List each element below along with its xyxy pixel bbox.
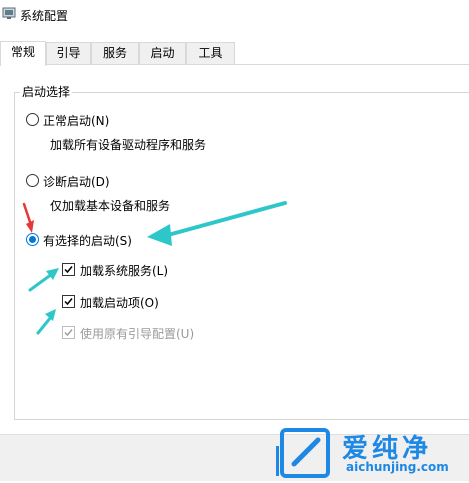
selective-startup-label[interactable]: 有选择的启动(S) — [43, 232, 132, 249]
normal-startup-radio[interactable] — [26, 113, 39, 126]
tab-services[interactable]: 服务 — [91, 42, 139, 64]
tab-label: 工具 — [198, 46, 223, 60]
watermark-url: aichunjing.com — [346, 460, 449, 474]
checkmark-icon — [64, 266, 73, 274]
group-label: 启动选择 — [20, 83, 73, 100]
use-original-boot-label: 使用原有引导配置(U) — [80, 327, 195, 341]
diagnostic-startup-label[interactable]: 诊断启动(D) — [43, 173, 110, 190]
msconfig-icon — [2, 6, 16, 20]
normal-startup-desc: 加载所有设备驱动程序和服务 — [50, 138, 207, 152]
window-title: 系统配置 — [20, 9, 69, 23]
tab-label: 引导 — [56, 46, 81, 60]
tab-boot[interactable]: 引导 — [46, 42, 91, 64]
tab-label: 服务 — [102, 46, 127, 60]
title-bar: 系统配置 — [0, 0, 469, 30]
tab-label: 启动 — [150, 46, 175, 60]
checkmark-icon — [64, 298, 73, 306]
normal-startup-label[interactable]: 正常启动(N) — [43, 112, 109, 129]
checkmark-icon — [64, 329, 73, 337]
diagnostic-startup-desc: 仅加载基本设备和服务 — [50, 199, 171, 213]
load-startup-items-checkbox[interactable] — [62, 295, 75, 308]
tab-label: 常规 — [10, 45, 35, 59]
tab-general[interactable]: 常规 — [0, 41, 46, 66]
tab-tools[interactable]: 工具 — [186, 42, 235, 64]
tab-startup[interactable]: 启动 — [139, 42, 186, 64]
diagnostic-startup-radio[interactable] — [26, 174, 39, 187]
watermark: 爱纯净 aichunjing.com — [276, 426, 469, 480]
tab-bar: 常规 引导 服务 启动 工具 — [0, 41, 469, 66]
load-system-services-label[interactable]: 加载系统服务(L) — [80, 262, 168, 279]
load-startup-items-label[interactable]: 加载启动项(O) — [80, 294, 159, 311]
selective-startup-radio[interactable] — [26, 233, 39, 246]
load-system-services-checkbox[interactable] — [62, 263, 75, 276]
use-original-boot-checkbox — [62, 326, 75, 339]
